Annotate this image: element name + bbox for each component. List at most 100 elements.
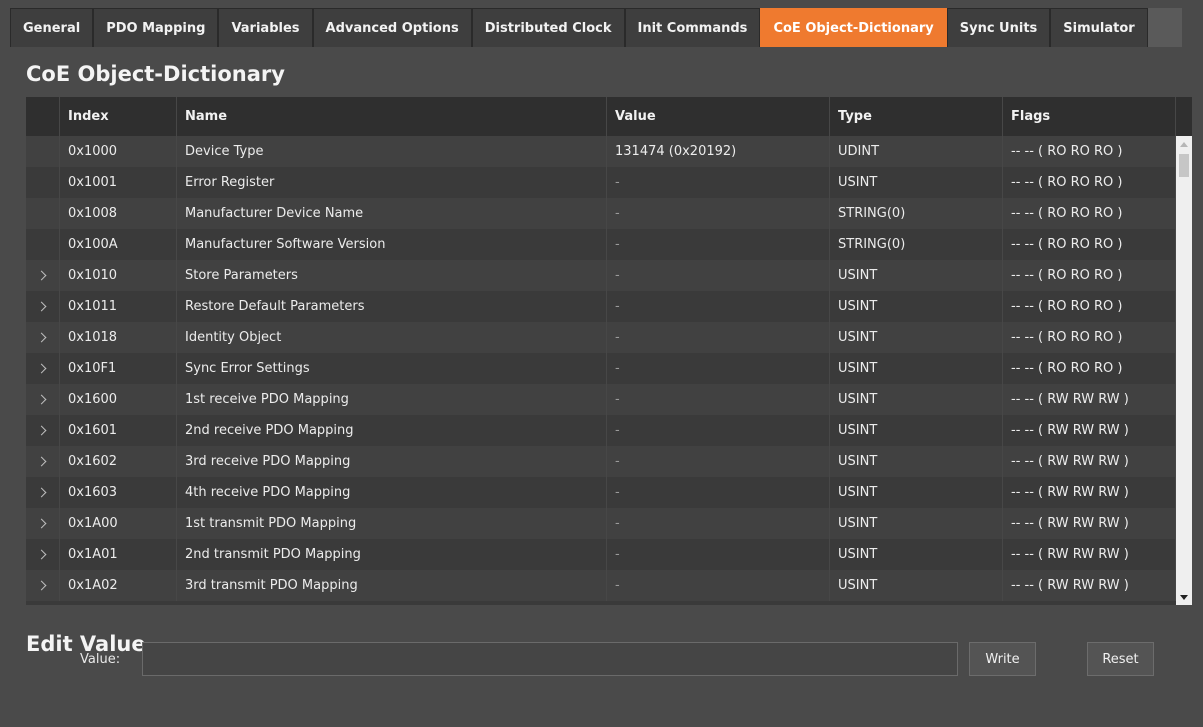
cell-value: - <box>607 446 830 477</box>
tab-general[interactable]: General <box>10 8 94 47</box>
cell-flags: -- -- ( RO RO RO ) <box>1003 198 1176 229</box>
cell-value: - <box>607 198 830 229</box>
tab-sync-units[interactable]: Sync Units <box>946 8 1051 47</box>
reset-button[interactable]: Reset <box>1087 642 1154 676</box>
row-expander[interactable] <box>26 353 60 384</box>
cell-flags: -- -- ( RW RW RW ) <box>1003 446 1176 477</box>
cell-index: 0x1600 <box>60 384 177 415</box>
row-expander[interactable] <box>26 446 60 477</box>
row-expander[interactable] <box>26 539 60 570</box>
cell-flags: -- -- ( RW RW RW ) <box>1003 570 1176 601</box>
tab-pdo-mapping[interactable]: PDO Mapping <box>93 8 219 47</box>
tab-advanced-options[interactable]: Advanced Options <box>312 8 472 47</box>
scroll-down-arrow-icon <box>1180 594 1188 600</box>
chevron-right-icon <box>36 456 46 467</box>
row-expander[interactable] <box>26 570 60 601</box>
cell-value: - <box>607 477 830 508</box>
scroll-thumb[interactable] <box>1179 154 1189 177</box>
column-header-index[interactable]: Index <box>60 97 177 136</box>
chevron-right-icon <box>36 518 46 529</box>
tab-init-commands[interactable]: Init Commands <box>624 8 761 47</box>
tab-variables[interactable]: Variables <box>218 8 313 47</box>
table-row[interactable]: 0x1010 Store Parameters - USINT -- -- ( RO R… <box>26 260 1176 291</box>
cell-name: Manufacturer Device Name <box>177 198 607 229</box>
column-header-type[interactable]: Type <box>830 97 1003 136</box>
chevron-right-icon <box>36 394 46 405</box>
cell-value: - <box>607 291 830 322</box>
value-input[interactable] <box>142 642 958 676</box>
row-expander[interactable] <box>26 415 60 446</box>
chevron-right-icon <box>36 549 46 560</box>
cell-flags: -- -- ( RO RO RO ) <box>1003 260 1176 291</box>
cell-flags: -- -- ( RW RW RW ) <box>1003 539 1176 570</box>
tab-coe-object-dictionary[interactable]: CoE Object-Dictionary <box>760 8 947 47</box>
grid-header: Index Name Value Type Flags <box>26 97 1176 136</box>
cell-name: 1st receive PDO Mapping <box>177 384 607 415</box>
scroll-up-arrow-icon <box>1180 141 1188 147</box>
table-row[interactable]: 0x1A01 2nd transmit PDO Mapping - USINT -- -… <box>26 539 1176 570</box>
scroll-down-button[interactable] <box>1176 589 1192 605</box>
cell-index: 0x1011 <box>60 291 177 322</box>
table-row[interactable]: 0x1A00 1st transmit PDO Mapping - USINT -- -… <box>26 508 1176 539</box>
row-expander <box>26 229 60 260</box>
cell-type: USINT <box>830 415 1003 446</box>
cell-index: 0x1A00 <box>60 508 177 539</box>
table-row[interactable]: 0x1000 Device Type 131474 (0x20192) UDINT --… <box>26 136 1176 167</box>
tab-distributed-clock[interactable]: Distributed Clock <box>471 8 625 47</box>
cell-value: - <box>607 229 830 260</box>
table-row[interactable]: 0x1018 Identity Object - USINT -- -- ( RO RO… <box>26 322 1176 353</box>
cell-name: Sync Error Settings <box>177 353 607 384</box>
cell-name: 1st transmit PDO Mapping <box>177 508 607 539</box>
table-row[interactable]: 0x1603 4th receive PDO Mapping - USINT -- --… <box>26 477 1176 508</box>
table-row[interactable]: 0x10F1 Sync Error Settings - USINT -- -- ( R… <box>26 353 1176 384</box>
table-row[interactable]: 0x1001 Error Register - USINT -- -- ( RO RO … <box>26 167 1176 198</box>
cell-value: - <box>607 539 830 570</box>
cell-value: - <box>607 570 830 601</box>
table-row[interactable]: 0x1011 Restore Default Parameters - USINT --… <box>26 291 1176 322</box>
cell-index: 0x1A02 <box>60 570 177 601</box>
cell-name: 3rd transmit PDO Mapping <box>177 570 607 601</box>
chevron-right-icon <box>36 425 46 436</box>
row-expander[interactable] <box>26 384 60 415</box>
cell-name: Manufacturer Software Version <box>177 229 607 260</box>
row-expander[interactable] <box>26 291 60 322</box>
cell-type: STRING(0) <box>830 229 1003 260</box>
table-row[interactable]: 0x1600 1st receive PDO Mapping - USINT -- --… <box>26 384 1176 415</box>
cell-flags: -- -- ( RO RO RO ) <box>1003 167 1176 198</box>
cell-name: Restore Default Parameters <box>177 291 607 322</box>
cell-value: - <box>607 260 830 291</box>
table-row[interactable]: 0x1008 Manufacturer Device Name - STRING(0)… <box>26 198 1176 229</box>
cell-name: 3rd receive PDO Mapping <box>177 446 607 477</box>
chevron-right-icon <box>36 487 46 498</box>
table-row[interactable]: 0x1601 2nd receive PDO Mapping - USINT -- --… <box>26 415 1176 446</box>
vertical-scrollbar[interactable] <box>1176 136 1192 605</box>
chevron-right-icon <box>36 332 46 343</box>
column-header-flags[interactable]: Flags <box>1003 97 1176 136</box>
table-row[interactable]: 0x1A02 3rd transmit PDO Mapping - USINT -- -… <box>26 570 1176 601</box>
cell-value: 131474 (0x20192) <box>607 136 830 167</box>
row-expander[interactable] <box>26 322 60 353</box>
cell-index: 0x1010 <box>60 260 177 291</box>
cell-value: - <box>607 415 830 446</box>
row-expander[interactable] <box>26 260 60 291</box>
row-expander <box>26 198 60 229</box>
tab-bar-filler <box>1147 8 1182 47</box>
row-expander[interactable] <box>26 508 60 539</box>
cell-flags: -- -- ( RO RO RO ) <box>1003 353 1176 384</box>
column-header-value[interactable]: Value <box>607 97 830 136</box>
cell-flags: -- -- ( RO RO RO ) <box>1003 291 1176 322</box>
row-expander <box>26 167 60 198</box>
cell-value: - <box>607 353 830 384</box>
column-header-name[interactable]: Name <box>177 97 607 136</box>
cell-type: USINT <box>830 570 1003 601</box>
cell-name: 2nd transmit PDO Mapping <box>177 539 607 570</box>
table-row[interactable]: 0x1602 3rd receive PDO Mapping - USINT -- --… <box>26 446 1176 477</box>
cell-index: 0x1601 <box>60 415 177 446</box>
table-row[interactable]: 0x100A Manufacturer Software Version - STRI… <box>26 229 1176 260</box>
scroll-up-button[interactable] <box>1176 136 1192 152</box>
write-button[interactable]: Write <box>969 642 1036 676</box>
row-expander[interactable] <box>26 477 60 508</box>
tab-simulator[interactable]: Simulator <box>1050 8 1148 47</box>
cell-flags: -- -- ( RO RO RO ) <box>1003 136 1176 167</box>
grid-rows: 0x1000 Device Type 131474 (0x20192) UDINT --… <box>26 136 1176 601</box>
